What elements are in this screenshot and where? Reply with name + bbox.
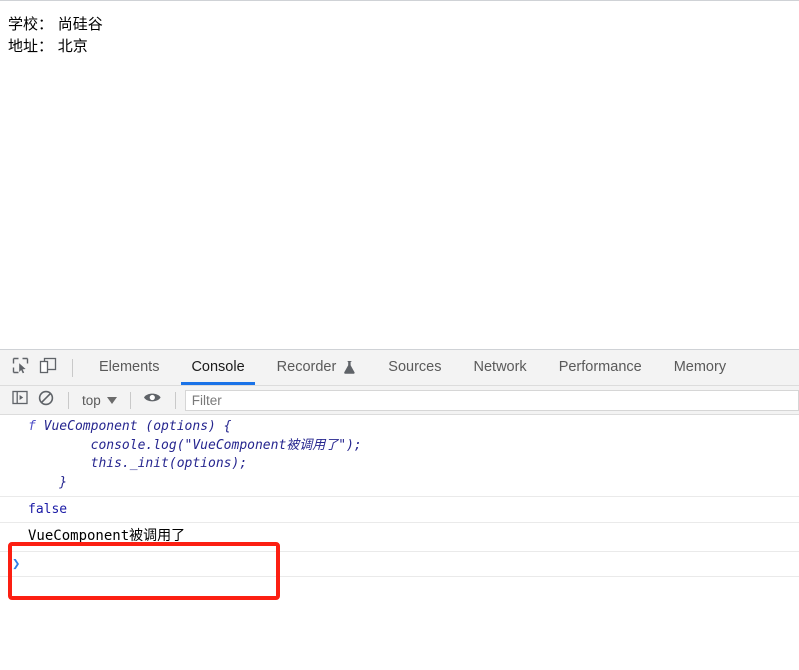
tab-label: Memory bbox=[673, 359, 727, 375]
function-keyword-glyph: f bbox=[28, 419, 36, 434]
live-expression-button[interactable] bbox=[140, 388, 166, 412]
function-source-line: console.log("VueComponent被调用了"); bbox=[28, 437, 362, 453]
console-toolbar: top bbox=[0, 386, 799, 415]
tab-label: Network bbox=[473, 359, 527, 375]
flask-icon bbox=[343, 360, 356, 375]
tab-label: Elements bbox=[99, 359, 160, 375]
console-sidebar-icon bbox=[12, 390, 28, 410]
tab-console[interactable]: Console bbox=[175, 350, 260, 385]
tab-label: Sources bbox=[388, 359, 442, 375]
console-message-function[interactable]: f VueComponent (options) { console.log("… bbox=[0, 415, 799, 497]
tab-label: Recorder bbox=[276, 359, 337, 375]
function-source-line: } bbox=[28, 474, 68, 490]
tab-network[interactable]: Network bbox=[458, 350, 543, 385]
console-prompt-row[interactable]: ❯ bbox=[0, 552, 799, 577]
console-message-list: f VueComponent (options) { console.log("… bbox=[0, 415, 799, 577]
toolbar-divider bbox=[68, 391, 69, 409]
console-context-selector[interactable]: top bbox=[78, 393, 121, 408]
tab-performance[interactable]: Performance bbox=[543, 350, 658, 385]
inspect-element-button[interactable] bbox=[6, 354, 34, 382]
devtools-tabbar: Elements Console Recorder Sources Networ… bbox=[0, 350, 799, 386]
web-page-content: 学校： 尚硅谷 地址： 北京 bbox=[0, 0, 799, 348]
console-message-boolean[interactable]: false bbox=[0, 497, 799, 523]
device-toolbar-button[interactable] bbox=[34, 354, 62, 382]
context-label: top bbox=[82, 392, 101, 408]
function-source-line: VueComponent (options) { bbox=[35, 419, 232, 434]
page-text-line: 学校： 尚硅谷 bbox=[8, 15, 103, 33]
chevron-down-icon bbox=[106, 396, 117, 404]
clear-console-button[interactable] bbox=[33, 388, 59, 412]
toolbar-divider bbox=[72, 358, 73, 377]
tab-sources[interactable]: Sources bbox=[372, 350, 457, 385]
tab-label: Console bbox=[191, 359, 245, 375]
console-prompt-caret-icon: ❯ bbox=[12, 556, 21, 572]
live-expression-eye-icon bbox=[143, 391, 162, 409]
devtools-panel: Elements Console Recorder Sources Networ… bbox=[0, 349, 799, 670]
log-text: VueComponent被调用了 bbox=[28, 528, 186, 544]
toolbar-divider bbox=[174, 391, 176, 409]
toolbar-divider bbox=[129, 391, 131, 409]
inspect-element-icon bbox=[12, 357, 29, 379]
tab-memory[interactable]: Memory bbox=[658, 350, 742, 385]
filter-input[interactable] bbox=[184, 389, 799, 411]
page-text-line: 地址： 北京 bbox=[8, 37, 88, 55]
function-source-line: this._init(options); bbox=[28, 456, 248, 471]
console-message-log[interactable]: VueComponent被调用了 bbox=[0, 523, 799, 552]
clear-console-icon bbox=[38, 390, 54, 411]
tab-recorder[interactable]: Recorder bbox=[261, 350, 373, 385]
tab-elements[interactable]: Elements bbox=[83, 350, 175, 385]
console-sidebar-toggle-button[interactable] bbox=[7, 388, 33, 412]
tab-label: Performance bbox=[558, 359, 642, 375]
boolean-value: false bbox=[28, 502, 68, 517]
device-toolbar-icon bbox=[39, 357, 57, 379]
